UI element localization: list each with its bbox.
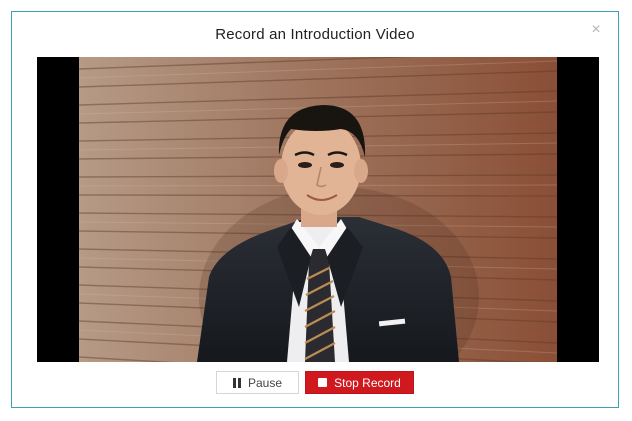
pause-button[interactable]: Pause <box>216 371 299 394</box>
stop-icon <box>318 378 328 387</box>
record-video-modal: Record an Introduction Video × Pause Sto… <box>11 11 619 408</box>
stop-record-label: Stop Record <box>334 375 401 390</box>
modal-title: Record an Introduction Video <box>215 26 415 43</box>
pause-icon <box>232 377 241 388</box>
recording-controls: Pause Stop Record <box>12 371 618 394</box>
pause-label: Pause <box>247 375 283 390</box>
camera-feed <box>79 57 557 362</box>
close-icon[interactable]: × <box>588 22 604 38</box>
video-preview <box>37 57 599 362</box>
stop-record-button[interactable]: Stop Record <box>305 371 414 394</box>
camera-feed-image <box>79 57 557 362</box>
